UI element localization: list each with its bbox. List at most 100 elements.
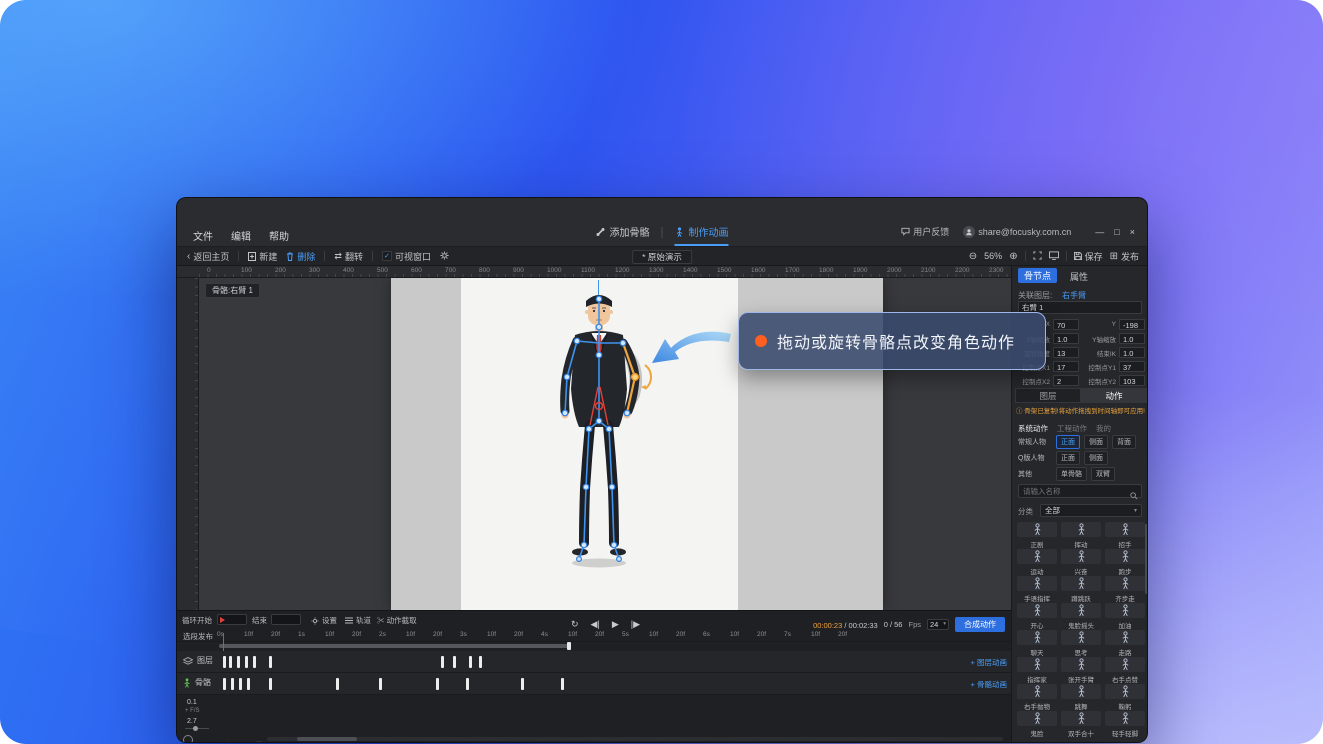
- action-item[interactable]: 齐步走: [1105, 576, 1145, 603]
- source-tab[interactable]: 我的: [1096, 424, 1111, 433]
- prev-frame-button[interactable]: ◀|: [591, 619, 600, 629]
- bone-track[interactable]: 骨骼 + 骨骼动画: [177, 673, 1011, 695]
- keyframe[interactable]: [441, 656, 444, 668]
- action-item[interactable]: 蹲跳跃: [1061, 576, 1101, 603]
- keyframe[interactable]: [466, 678, 469, 690]
- keyframe[interactable]: [269, 656, 272, 668]
- gear-icon[interactable]: [440, 251, 449, 262]
- action-item[interactable]: 兴奋: [1061, 549, 1101, 576]
- settings-button[interactable]: 设置: [311, 615, 337, 626]
- action-item[interactable]: 手语指挥: [1017, 576, 1057, 603]
- keyframe[interactable]: [247, 678, 250, 690]
- mini-slider-knob[interactable]: [193, 726, 198, 731]
- view-option-button[interactable]: 正面: [1056, 451, 1080, 465]
- action-item[interactable]: 轻手轻脚: [1105, 711, 1145, 738]
- add-layer-animation-button[interactable]: + 图层动画: [971, 657, 1007, 668]
- clip-action-button[interactable]: ✂ 动作截取: [377, 615, 417, 626]
- segment-handle[interactable]: [567, 642, 571, 650]
- property-input[interactable]: -198: [1119, 319, 1145, 330]
- keyframe[interactable]: [469, 656, 472, 668]
- action-item[interactable]: 挥动: [1061, 522, 1101, 549]
- action-item[interactable]: 右手点赞: [1105, 657, 1145, 684]
- tab-properties[interactable]: 属性: [1070, 270, 1088, 283]
- action-item[interactable]: 双手合十: [1061, 711, 1101, 738]
- keyframe[interactable]: [253, 656, 256, 668]
- keyframe[interactable]: [561, 678, 564, 690]
- timeline-ruler[interactable]: 选段发布 0s10f20f1s10f20f2s10f20f3s10f20f4s1…: [177, 629, 1011, 642]
- property-input[interactable]: 1.0: [1119, 347, 1145, 358]
- menu-item[interactable]: 文件: [193, 232, 213, 243]
- action-item[interactable]: 跳舞: [1061, 684, 1101, 711]
- account[interactable]: share@focusky.com.cn: [963, 226, 1071, 238]
- keyframe[interactable]: [239, 678, 242, 690]
- source-tab[interactable]: 工程动作: [1057, 424, 1087, 433]
- menu-item[interactable]: 编辑: [231, 232, 251, 243]
- property-input[interactable]: 103: [1119, 375, 1145, 386]
- action-item[interactable]: 张开手臂: [1061, 657, 1101, 684]
- property-input[interactable]: 17: [1053, 361, 1079, 372]
- zoom-in-button[interactable]: ⊕: [1009, 251, 1017, 262]
- zoom-in-icon[interactable]: ⊕: [225, 740, 232, 743]
- timeline-scrollbar[interactable]: [267, 737, 1003, 741]
- action-item[interactable]: 鞠躬: [1105, 684, 1145, 711]
- keyframe[interactable]: [245, 656, 248, 668]
- view-option-button[interactable]: 侧面: [1084, 435, 1108, 449]
- keyframe[interactable]: [223, 656, 226, 668]
- add-bone-animation-button[interactable]: + 骨骼动画: [971, 679, 1007, 690]
- keyframe[interactable]: [336, 678, 339, 690]
- loop-icon[interactable]: ↻: [571, 619, 579, 629]
- scrollbar-thumb[interactable]: [297, 737, 357, 741]
- action-item[interactable]: 思考: [1061, 630, 1101, 657]
- linked-layer-value[interactable]: 右手臂: [1062, 290, 1086, 301]
- tab-make-animation[interactable]: 制作动画: [675, 224, 729, 246]
- action-item[interactable]: 聊天: [1017, 630, 1057, 657]
- property-input[interactable]: 1.0: [1119, 333, 1145, 344]
- tab-bone-node[interactable]: 骨节点: [1018, 268, 1057, 283]
- tab-action[interactable]: 动作: [1081, 388, 1147, 403]
- keyframe[interactable]: [521, 678, 524, 690]
- save-button[interactable]: 保存: [1074, 250, 1103, 263]
- view-option-button[interactable]: 单骨骼: [1056, 467, 1087, 481]
- action-item[interactable]: 开心: [1017, 603, 1057, 630]
- keyframe[interactable]: [453, 656, 456, 668]
- playhead[interactable]: [223, 633, 224, 651]
- keyframe[interactable]: [269, 678, 272, 690]
- keyframe[interactable]: [229, 656, 232, 668]
- visible-window-checkbox[interactable]: ✓可视窗口: [382, 250, 431, 263]
- action-item[interactable]: 跑步: [1105, 549, 1145, 576]
- next-frame-button[interactable]: |▶: [631, 619, 640, 629]
- publish-button[interactable]: ⊞发布: [1110, 250, 1139, 263]
- keyframe[interactable]: [436, 678, 439, 690]
- action-item[interactable]: 正剧: [1017, 522, 1057, 549]
- delete-button[interactable]: 删除: [286, 250, 315, 263]
- menu-item[interactable]: 帮助: [269, 232, 289, 243]
- panel-scrollbar[interactable]: [1145, 524, 1148, 594]
- search-input[interactable]: [1018, 484, 1142, 498]
- character-rig[interactable]: [539, 293, 659, 588]
- category-select[interactable]: 全部 ▾: [1040, 504, 1142, 517]
- loop-start-input[interactable]: [217, 614, 247, 625]
- view-option-button[interactable]: 双臂: [1091, 467, 1115, 481]
- fit-window-button[interactable]: [1049, 251, 1059, 262]
- back-home-button[interactable]: ‹返回主页: [187, 250, 229, 263]
- layer-track[interactable]: 图层 + 图层动画: [177, 651, 1011, 673]
- close-button[interactable]: ×: [1130, 227, 1135, 237]
- zoom-out-button[interactable]: ⊖: [969, 251, 977, 262]
- action-item[interactable]: 运动: [1017, 549, 1057, 576]
- keyframe[interactable]: [223, 678, 226, 690]
- track-button[interactable]: 轨道: [345, 615, 371, 626]
- view-option-button[interactable]: 背面: [1112, 435, 1136, 449]
- zoom-level[interactable]: 56%: [984, 251, 1002, 261]
- action-item[interactable]: 加油: [1105, 603, 1145, 630]
- fit-canvas-button[interactable]: [1033, 251, 1042, 262]
- property-input[interactable]: 2: [1053, 375, 1079, 386]
- property-input[interactable]: 70: [1053, 319, 1079, 330]
- grid-icon[interactable]: ▣: [255, 740, 263, 743]
- fps-select[interactable]: 24▾: [927, 619, 949, 630]
- action-item[interactable]: 走路: [1105, 630, 1145, 657]
- keyframe[interactable]: [237, 656, 240, 668]
- maximize-button[interactable]: □: [1114, 227, 1119, 237]
- view-option-button[interactable]: 侧面: [1084, 451, 1108, 465]
- play-button[interactable]: ▶: [612, 619, 619, 629]
- minimize-button[interactable]: —: [1095, 227, 1104, 237]
